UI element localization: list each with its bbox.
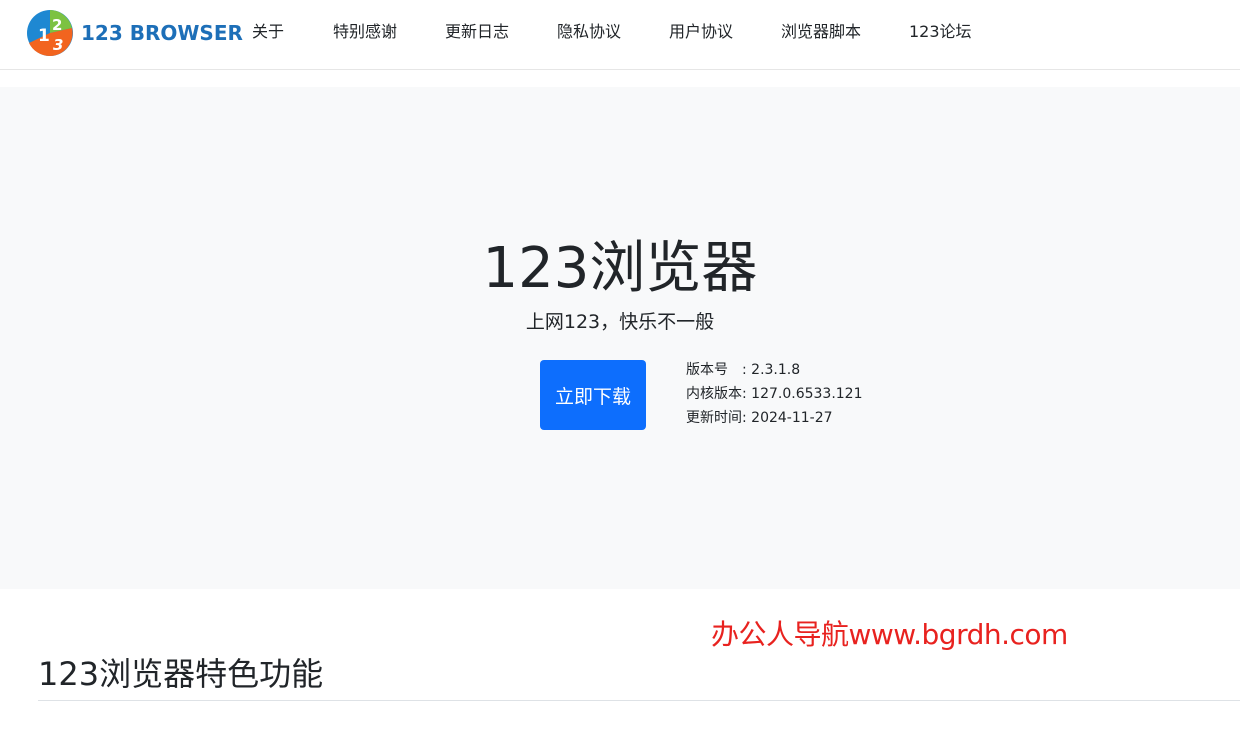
logo-digit-3: 3 — [53, 36, 63, 54]
brand-name: 123 BROWSER — [81, 21, 243, 45]
brand-link[interactable]: 1 2 3 123 BROWSER — [26, 9, 243, 57]
hero-title: 123浏览器 — [482, 236, 758, 301]
hero-section: 123浏览器 上网123，快乐不一般 立即下载 版本号 : 2.3.1.8 内核… — [0, 87, 1240, 589]
logo-digit-2: 2 — [52, 16, 62, 34]
watermark-text: 办公人导航www.bgrdh.com — [711, 618, 1068, 651]
features-divider — [38, 700, 1240, 701]
nav-item-scripts[interactable]: 浏览器脚本 — [781, 20, 861, 44]
nav-item-privacy[interactable]: 隐私协议 — [557, 20, 621, 44]
kernel-version: 内核版本: 127.0.6533.121 — [686, 386, 863, 402]
nav-item-user-agreement[interactable]: 用户协议 — [669, 20, 733, 44]
nav-item-changelog[interactable]: 更新日志 — [445, 20, 509, 44]
top-navbar: 1 2 3 123 BROWSER 关于 特别感谢 更新日志 隐私协议 用户协议… — [0, 0, 1240, 70]
logo-digit-1: 1 — [38, 26, 50, 46]
features-title: 123浏览器特色功能 — [38, 655, 324, 693]
brand-logo-icon: 1 2 3 — [27, 10, 73, 57]
nav-item-about[interactable]: 关于 — [252, 20, 284, 44]
version-info: 版本号 : 2.3.1.8 内核版本: 127.0.6533.121 更新时间:… — [686, 358, 863, 430]
nav-item-thanks[interactable]: 特别感谢 — [333, 20, 397, 44]
nav-item-forum[interactable]: 123论坛 — [909, 20, 972, 44]
version-number: 版本号 : 2.3.1.8 — [686, 362, 801, 378]
hero-subtitle: 上网123，快乐不一般 — [525, 311, 715, 333]
download-button[interactable]: 立即下载 — [540, 360, 646, 430]
update-time: 更新时间: 2024-11-27 — [686, 410, 833, 426]
